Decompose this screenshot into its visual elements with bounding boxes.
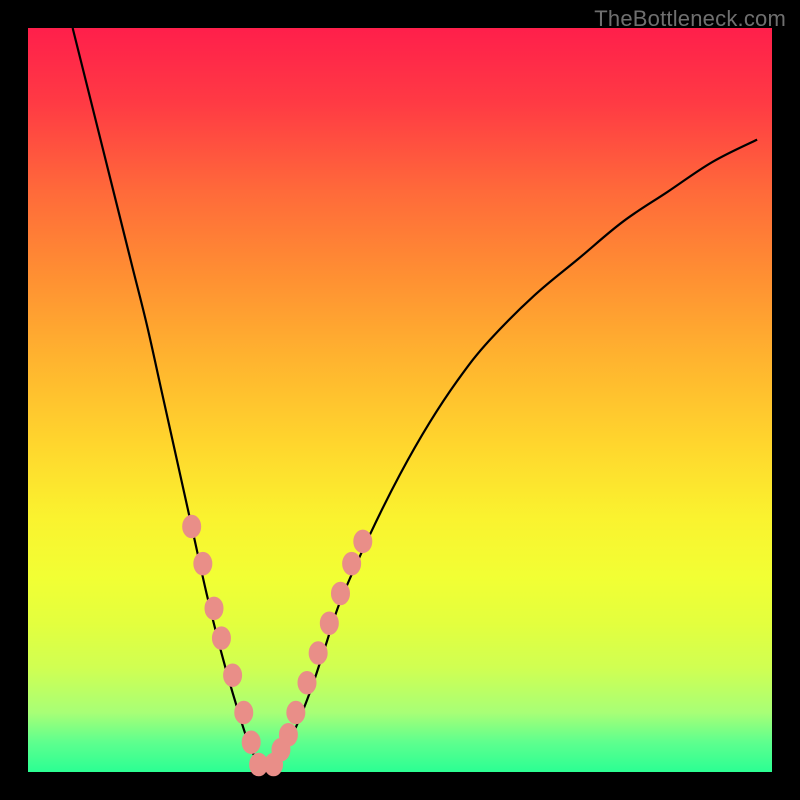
chart-outer-frame: TheBottleneck.com (0, 0, 800, 800)
bead-marker (354, 530, 372, 553)
bead-marker (205, 597, 223, 620)
bead-marker (343, 552, 361, 575)
bead-marker (224, 664, 242, 687)
bead-marker (320, 612, 338, 635)
bead-marker (183, 515, 201, 538)
bead-marker (212, 627, 230, 650)
bead-marker (194, 552, 212, 575)
bead-marker (309, 642, 327, 665)
bead-marker (331, 582, 349, 605)
curve-left-branch (73, 28, 266, 772)
beads-right-group (265, 530, 372, 776)
curve-right-branch (266, 140, 757, 772)
bead-marker (298, 671, 316, 694)
bead-marker (287, 701, 305, 724)
bead-marker (242, 731, 260, 754)
bead-marker (235, 701, 253, 724)
chart-svg (28, 28, 772, 772)
bead-marker (279, 724, 297, 747)
beads-left-group (183, 515, 268, 776)
